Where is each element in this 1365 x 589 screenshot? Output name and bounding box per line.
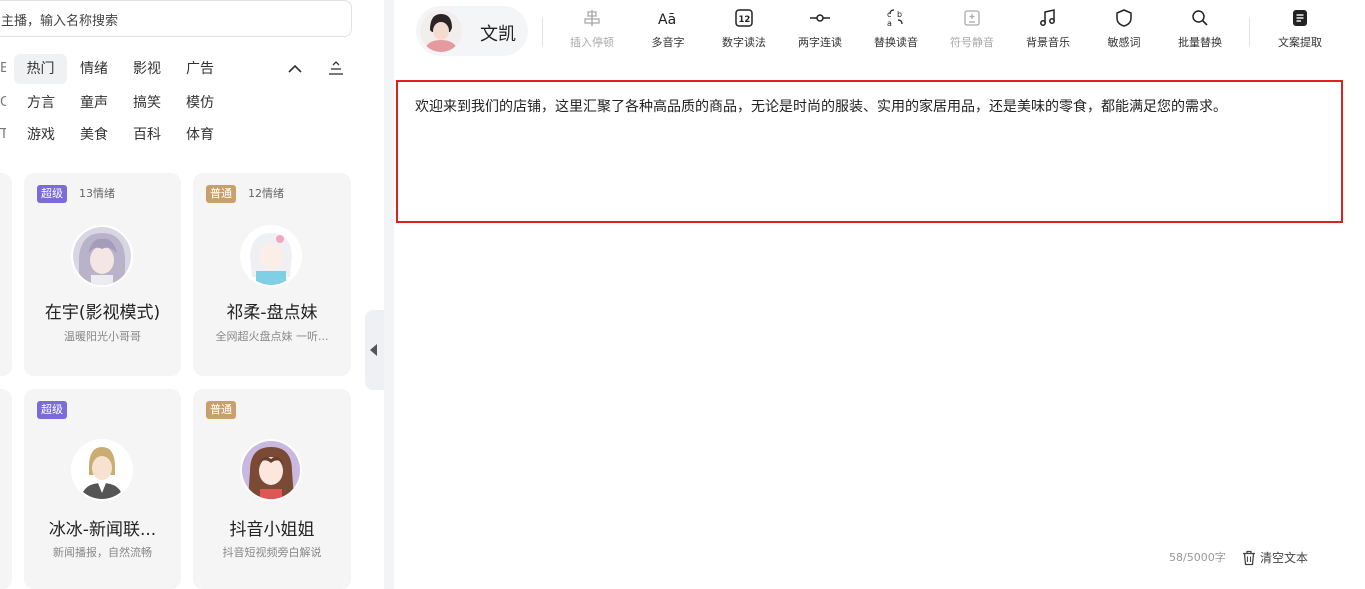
svg-text:b: b [897,10,902,19]
collapse-categories-icon[interactable] [327,60,345,78]
trash-icon [1243,550,1255,566]
avatar [420,10,462,52]
svg-text:12: 12 [739,15,751,25]
emotion-count: 12情绪 [248,187,284,200]
insert-pause-button[interactable]: 插入停顿 [562,8,622,58]
voice-name: 抖音小姐姐 [229,520,315,540]
voice-name: 在宇(影视模式) [44,303,161,323]
voice-card[interactable]: 超级 13情绪 在宇(影视模式) 温暖阳光小哥哥 [24,173,181,376]
tool-label: 敏感词 [1107,36,1141,49]
tier-badge: 超级 [37,185,67,203]
symbol-mute-icon [964,10,980,26]
editor-content[interactable]: 欢迎来到我们的店铺，这里汇聚了各种高品质的商品，无论是时尚的服装、实用的家居用品… [415,92,1331,122]
voice-name: 祁柔-盘点妹 [226,303,318,323]
tier-badge: 普通 [206,185,236,203]
voice-card-partial[interactable] [0,389,12,589]
category-row-2: C 方言 童声 搞笑 模仿 [0,88,365,118]
tool-label: 文案提取 [1278,36,1322,49]
category-cut-left[interactable]: E [0,54,6,84]
editor-panel: 文凯 插入停顿 Aā 多音字 12 数字读法 两字连读 c b a 替换读音 符… [394,0,1365,589]
number-reading-button[interactable]: 12 数字读法 [714,8,774,58]
svg-text:Aā: Aā [658,12,676,28]
shield-icon [1116,9,1132,27]
search-icon [1192,10,1208,26]
category-hot[interactable]: 热门 [14,54,67,84]
category-row-3: T 游戏 美食 百科 体育 [0,120,365,150]
document-icon [1293,10,1307,26]
polyphone-icon: Aā [658,12,676,28]
category-ad[interactable]: 广告 [186,54,214,84]
category-encyclopedia[interactable]: 百科 [133,120,161,150]
extract-copy-button[interactable]: 文案提取 [1270,8,1330,58]
toolbar-divider [1249,18,1250,46]
tool-label: 批量替换 [1178,36,1222,49]
voice-card[interactable]: 普通 12情绪 祁柔-盘点妹 全网超火盘点妹 一听... [193,173,351,376]
svg-text:a: a [887,19,892,28]
current-voice-selector[interactable]: 文凯 [416,6,528,56]
replace-sound-button[interactable]: c b a 替换读音 [866,8,926,58]
tool-label: 背景音乐 [1026,36,1070,49]
voice-desc: 温暖阳光小哥哥 [64,330,141,343]
avatar [71,439,133,501]
background-music-button[interactable]: 背景音乐 [1018,8,1078,58]
category-child[interactable]: 童声 [80,88,108,118]
clear-text-label: 清空文本 [1260,551,1309,565]
voice-card[interactable]: 超级 冰冰-新闻联... 新闻播报，自然流畅 [24,389,181,589]
character-counter: 58/5000字 [1169,551,1226,564]
category-game[interactable]: 游戏 [27,120,55,150]
category-cut-left[interactable]: T [0,120,6,150]
avatar [240,439,302,501]
voice-desc: 全网超火盘点妹 一听... [215,330,329,343]
caret-left-icon [370,344,377,356]
pause-insert-icon [584,10,600,26]
category-dialect[interactable]: 方言 [27,88,55,118]
link-read-icon [810,14,830,22]
category-food[interactable]: 美食 [80,120,108,150]
avatar [71,225,133,287]
panel-divider [384,0,394,589]
category-cut-left[interactable]: C [0,88,6,118]
polyphone-button[interactable]: Aā 多音字 [638,8,698,58]
voice-desc: 新闻播报，自然流畅 [53,546,152,559]
tool-label: 替换读音 [874,36,918,49]
tier-badge: 普通 [206,401,236,419]
category-imitate[interactable]: 模仿 [186,88,214,118]
emotion-count: 13情绪 [79,187,115,200]
voice-library-panel: 主播，输入名称搜索 E 热门 情绪 影视 广告 C 方言 童声 搞笑 模仿 T … [0,0,365,589]
category-film[interactable]: 影视 [133,54,161,84]
link-read-button[interactable]: 两字连读 [790,8,850,58]
batch-replace-button[interactable]: 批量替换 [1170,8,1230,58]
toolbar-divider [542,18,543,46]
number-icon: 12 [735,9,753,27]
category-funny[interactable]: 搞笑 [133,88,161,118]
voice-card-partial[interactable] [0,173,12,376]
music-icon [1040,9,1055,26]
voice-card[interactable]: 普通 抖音小姐姐 抖音短视频旁白解说 [193,389,351,589]
voice-name: 冰冰-新闻联... [48,520,157,540]
sensitive-words-button[interactable]: 敏感词 [1094,8,1154,58]
tool-label: 插入停顿 [570,36,614,49]
search-placeholder: 主播，输入名称搜索 [1,14,119,29]
tool-label: 两字连读 [798,36,842,49]
tool-label: 多音字 [651,36,685,49]
chevron-up-icon[interactable] [286,60,304,78]
category-emotion[interactable]: 情绪 [80,54,108,84]
category-row-1: E 热门 情绪 影视 广告 [0,54,365,84]
category-sports[interactable]: 体育 [186,120,214,150]
voice-desc: 抖音短视频旁白解说 [222,546,322,559]
tool-label: 符号静音 [950,36,994,49]
search-input[interactable]: 主播，输入名称搜索 [0,0,352,37]
replace-sound-icon: c b a [887,9,903,28]
tier-badge: 超级 [37,401,67,419]
avatar [240,225,302,287]
app-root: 主播，输入名称搜索 E 热门 情绪 影视 广告 C 方言 童声 搞笑 模仿 T … [0,0,1365,589]
collapse-panel-button[interactable] [365,310,384,390]
current-voice-name: 文凯 [480,24,516,45]
tool-label: 数字读法 [722,36,766,49]
symbol-mute-button[interactable]: 符号静音 [942,8,1002,58]
text-editor[interactable]: 欢迎来到我们的店铺，这里汇聚了各种高品质的商品，无论是时尚的服装、实用的家居用品… [396,80,1343,223]
